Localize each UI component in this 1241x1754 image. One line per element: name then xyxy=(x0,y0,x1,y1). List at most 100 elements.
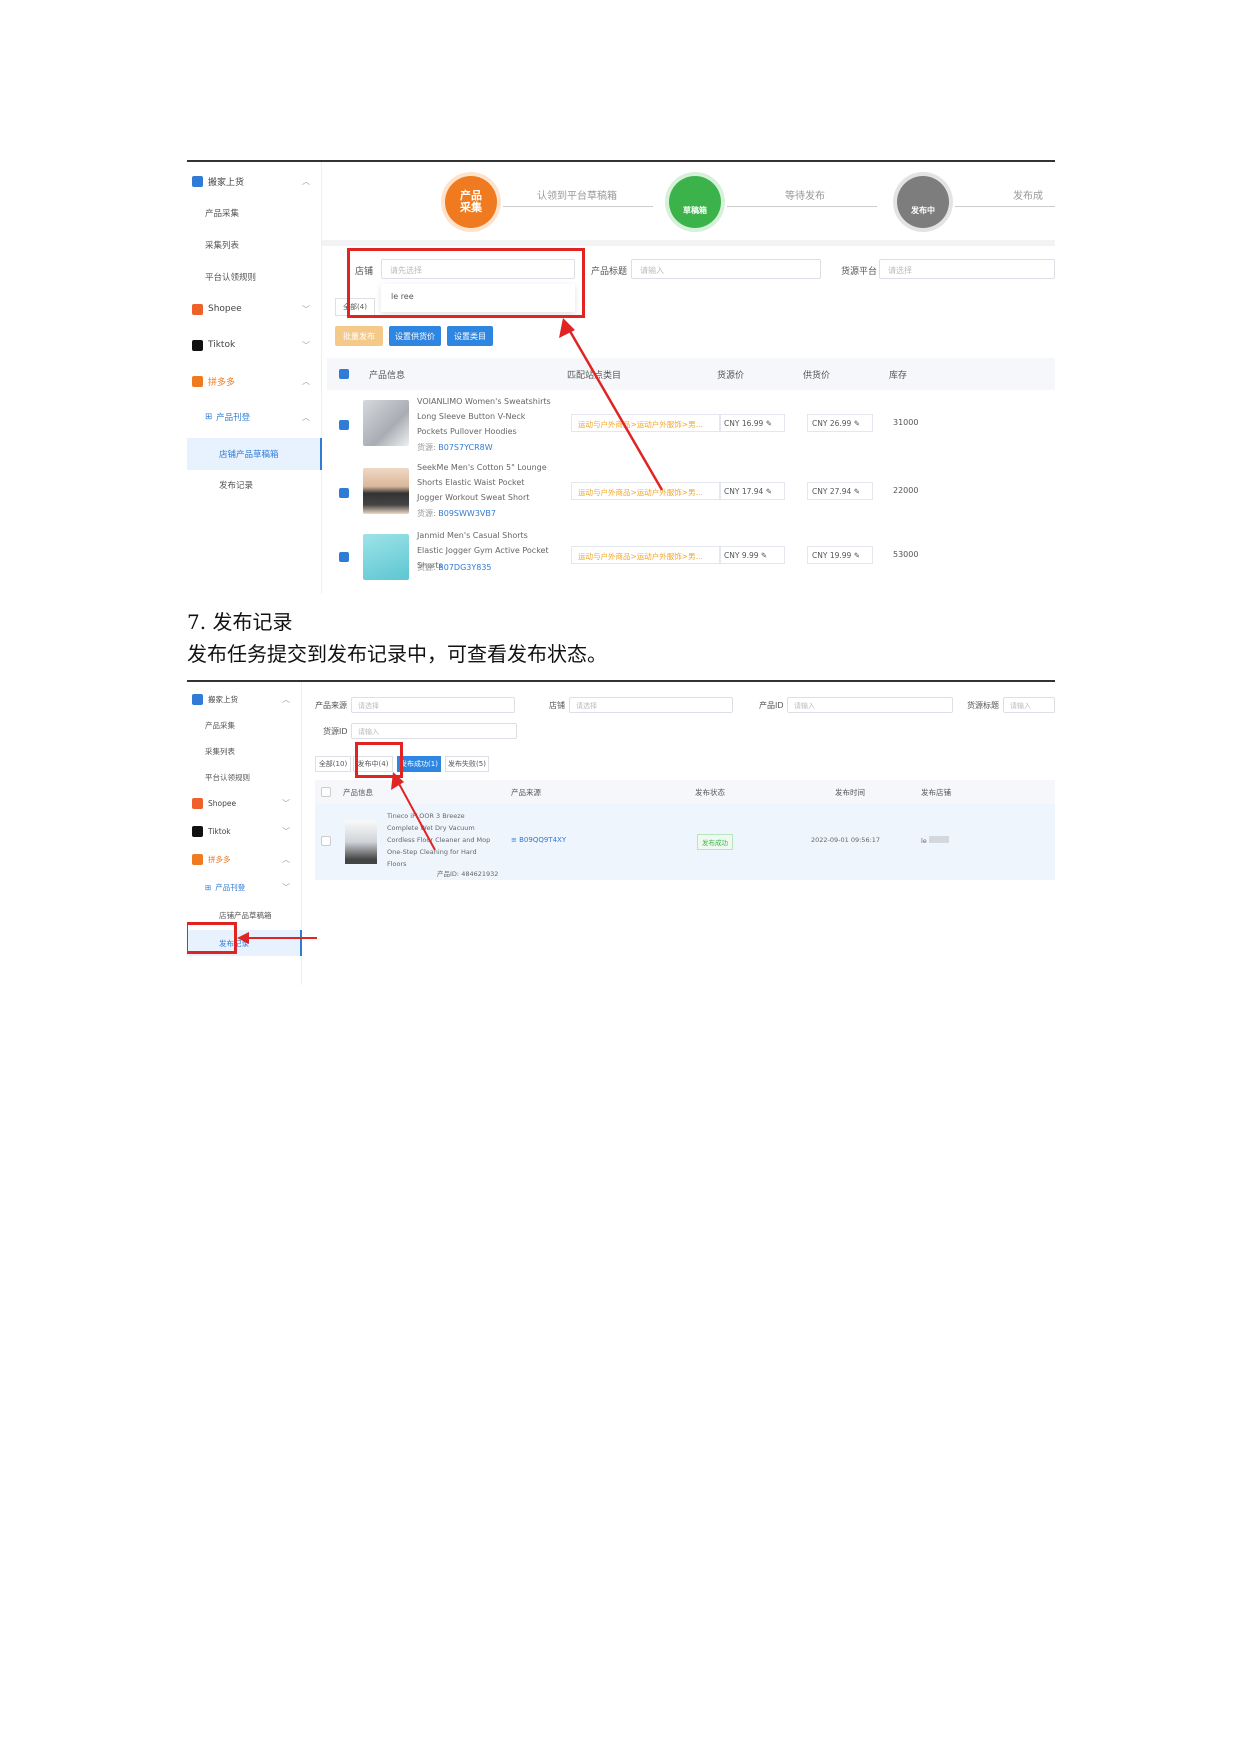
tab-publish-failed[interactable]: 发布失败(5) xyxy=(445,756,489,772)
table-row[interactable]: VOIANLIMO Women's Sweatshirts Long Sleev… xyxy=(327,390,1055,456)
edit-icon[interactable]: ✎ xyxy=(854,419,860,428)
step-label-waiting: 等待发布 xyxy=(785,191,825,202)
sidebar-item-collect-list[interactable]: 采集列表 xyxy=(187,738,302,764)
product-name[interactable]: SeekMe Men's Cotton 5" Lounge Shorts Ela… xyxy=(417,460,552,505)
source-title-input[interactable]: 请输入 xyxy=(1003,697,1055,713)
col-publish-store: 发布店铺 xyxy=(921,788,951,797)
source-platform-select[interactable]: 请选择 xyxy=(879,259,1055,279)
row-checkbox[interactable] xyxy=(321,836,331,846)
step-collect-label: 产品采集 xyxy=(460,189,482,214)
step-connector xyxy=(727,206,877,207)
table-row[interactable]: Janmid Men's Casual Shorts Elastic Jogge… xyxy=(327,524,1055,594)
sidebar-section-header[interactable]: 搬家上货 ︿ xyxy=(187,686,302,712)
chevron-down-icon: ﹀ xyxy=(282,798,290,808)
row-checkbox[interactable] xyxy=(339,420,349,430)
product-name[interactable]: VOIANLIMO Women's Sweatshirts Long Sleev… xyxy=(417,394,552,439)
chevron-up-icon: ︿ xyxy=(302,376,310,386)
set-category-button[interactable]: 设置类目 xyxy=(447,326,493,346)
box-icon xyxy=(192,175,203,187)
supply-price[interactable]: CNY 26.99 ✎ xyxy=(807,414,873,432)
edit-icon[interactable]: ✎ xyxy=(766,419,772,428)
store-name: le xyxy=(921,837,927,845)
chevron-up-icon: ︿ xyxy=(302,412,310,422)
currency: CNY xyxy=(812,419,828,428)
section-heading: 7. 发布记录 xyxy=(187,610,293,634)
sidebar-item-draft-box[interactable]: 店铺产品草稿箱 xyxy=(187,438,322,470)
currency: CNY xyxy=(724,551,740,560)
sidebar-item-tiktok[interactable]: Tiktok ﹀ xyxy=(187,818,302,844)
table-row[interactable]: Tineco iFLOOR 3 Breeze Complete Wet Dry … xyxy=(315,804,1055,880)
edit-icon[interactable]: ✎ xyxy=(761,551,767,560)
source-id-link[interactable]: B09SWW3VB7 xyxy=(438,509,496,518)
sidebar-item-pdd[interactable]: 拼多多 ︿ xyxy=(187,846,302,872)
grid-icon: ⊞ xyxy=(205,882,212,892)
source-link[interactable]: ≡ B09QQ9T4XY xyxy=(511,836,566,844)
sidebar-item-publish-record[interactable]: 发布记录 xyxy=(187,472,322,498)
source-id-input[interactable]: 请输入 xyxy=(351,723,517,739)
step-collect: 产品采集 xyxy=(445,176,497,228)
col-product-info: 产品信息 xyxy=(343,788,373,797)
box-icon xyxy=(192,693,203,705)
category-select[interactable]: 运动与户外商品>运动户外服饰>男... xyxy=(571,414,721,432)
tiktok-icon xyxy=(192,339,203,351)
sidebar-item-tiktok[interactable]: Tiktok ﹀ xyxy=(187,332,322,358)
sidebar-item-pdd[interactable]: 拼多多 ︿ xyxy=(187,368,322,394)
step-label-claim: 认领到平台草稿箱 xyxy=(537,191,617,202)
product-id-input[interactable]: 请输入 xyxy=(787,697,953,713)
source-id-link[interactable]: B07DG3Y835 xyxy=(438,563,491,572)
source-price[interactable]: CNY 16.99 ✎ xyxy=(719,414,785,432)
category-select[interactable]: 运动与户外商品>运动户外服饰>男... xyxy=(571,482,721,500)
set-supply-price-button[interactable]: 设置供货价 xyxy=(389,326,441,346)
source-id-label: 货源ID xyxy=(323,727,348,736)
edit-icon[interactable]: ✎ xyxy=(766,487,772,496)
sidebar-group-listing[interactable]: ⊞ 产品刊登 ︿ xyxy=(187,404,322,430)
sidebar-item-collect[interactable]: 产品采集 xyxy=(187,712,302,738)
title-input[interactable]: 请输入 xyxy=(631,259,821,279)
sidebar-item-label: Shopee xyxy=(208,798,237,808)
sidebar-item-shopee[interactable]: Shopee ﹀ xyxy=(187,296,322,322)
supply-price[interactable]: CNY 19.99 ✎ xyxy=(807,546,873,564)
select-all-checkbox[interactable] xyxy=(321,787,331,797)
row-checkbox[interactable] xyxy=(339,552,349,562)
step-connector xyxy=(503,206,653,207)
category-select[interactable]: 运动与户外商品>运动户外服饰>男... xyxy=(571,546,721,564)
tab-all[interactable]: 全部(10) xyxy=(315,756,351,772)
sidebar-group-listing[interactable]: ⊞ 产品刊登 ﹀ xyxy=(187,874,302,900)
source-id: B09QQ9T4XY xyxy=(519,836,567,844)
stock-value: 22000 xyxy=(893,486,919,495)
sidebar-item-collect-list[interactable]: 采集列表 xyxy=(187,232,322,258)
sidebar-item-label: 拼多多 xyxy=(208,854,231,864)
sidebar-item-claim-rules[interactable]: 平台认领规则 xyxy=(187,264,322,290)
table-row[interactable]: SeekMe Men's Cotton 5" Lounge Shorts Ela… xyxy=(327,456,1055,522)
price-value: 27.94 xyxy=(829,487,852,496)
source-id-link[interactable]: B07S7YCR8W xyxy=(438,443,492,452)
source-price[interactable]: CNY 9.99 ✎ xyxy=(719,546,785,564)
step-connector xyxy=(955,206,1055,207)
step-draft: 草稿箱 xyxy=(669,176,721,228)
sidebar-item-claim-rules[interactable]: 平台认领规则 xyxy=(187,764,302,790)
store-select[interactable]: 请选择 xyxy=(569,697,733,713)
pdd-icon xyxy=(192,375,203,387)
edit-icon[interactable]: ✎ xyxy=(854,551,860,560)
tab-publish-success[interactable]: 发布成功(1) xyxy=(397,756,441,772)
step-publishing: 发布中 xyxy=(897,176,949,228)
currency: CNY xyxy=(812,487,828,496)
sidebar-item-label: Tiktok xyxy=(208,340,236,350)
batch-publish-button[interactable]: 批量发布 xyxy=(335,326,383,346)
source-title-label: 货源标题 xyxy=(967,701,999,710)
product-source-select[interactable]: 请选择 xyxy=(351,697,515,713)
product-id: 产品ID: 484621932 xyxy=(437,868,498,878)
product-name[interactable]: Tineco iFLOOR 3 Breeze Complete Wet Dry … xyxy=(387,810,491,870)
supply-price[interactable]: CNY 27.94 ✎ xyxy=(807,482,873,500)
col-source-price: 货源价 xyxy=(717,371,745,381)
edit-icon[interactable]: ✎ xyxy=(854,487,860,496)
source-price[interactable]: CNY 17.94 ✎ xyxy=(719,482,785,500)
sidebar-item-collect[interactable]: 产品采集 xyxy=(187,200,322,226)
col-publish-time: 发布时间 xyxy=(835,788,865,797)
sidebar-item-shopee[interactable]: Shopee ﹀ xyxy=(187,790,302,816)
title-label: 产品标题 xyxy=(591,267,628,277)
currency: CNY xyxy=(724,419,740,428)
sidebar-section-header[interactable]: 搬家上货 ︿ xyxy=(187,168,322,194)
row-checkbox[interactable] xyxy=(339,488,349,498)
select-all-checkbox[interactable] xyxy=(339,369,349,379)
